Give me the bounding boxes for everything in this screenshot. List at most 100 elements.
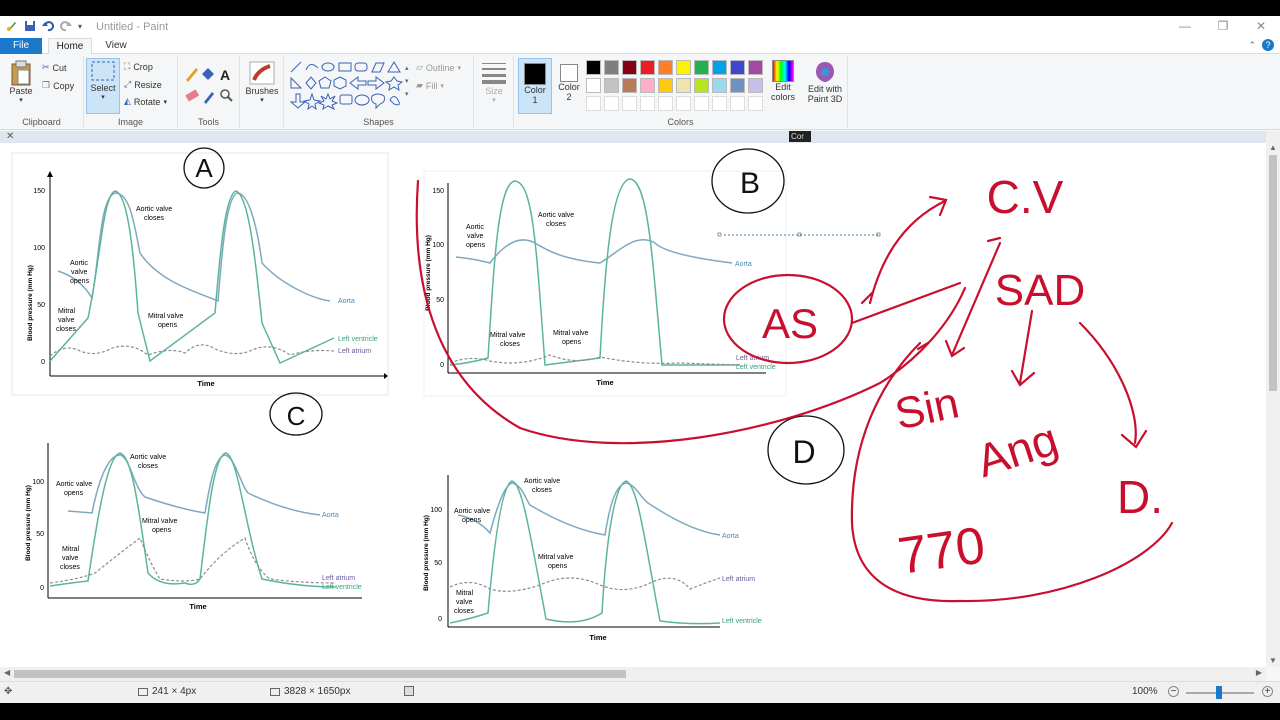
paste-button[interactable]: Paste ▾ (6, 60, 36, 104)
horizontal-scrollbar[interactable]: ◀ ▶ (0, 667, 1266, 681)
zoom-in-button[interactable]: + (1262, 686, 1273, 697)
shapes-scroll-icon[interactable]: ▴ ▾ ▾ (405, 62, 409, 101)
palette-swatch[interactable] (622, 78, 637, 93)
graph-b-label-aortic-closes-2: closes (546, 221, 566, 228)
fill-bucket-icon[interactable] (202, 68, 214, 80)
select-button[interactable]: Select ▾ (86, 58, 120, 114)
collapse-ribbon-icon[interactable]: ⌃ (1248, 40, 1256, 51)
palette-swatch[interactable] (586, 60, 601, 75)
tab-file[interactable]: File (0, 38, 42, 54)
undo-icon[interactable] (42, 20, 54, 32)
canvas-area[interactable]: ✕ Cor 150 100 50 0 Blood pressure (mm Hg… (0, 131, 1280, 667)
color2-button[interactable]: Color 2 (554, 58, 584, 114)
graph-b-tick-150: 150 (432, 188, 444, 195)
eraser-icon[interactable] (185, 89, 200, 102)
rotate-button[interactable]: ◭ Rotate ▾ (124, 96, 167, 107)
tab-view[interactable]: View (96, 38, 136, 54)
palette-swatch[interactable] (694, 60, 709, 75)
graph-b-label-lv: Left ventricle (736, 364, 776, 371)
vertical-scrollbar[interactable]: ▲ ▼ (1266, 131, 1280, 667)
palette-swatch[interactable] (622, 60, 637, 75)
save-icon[interactable] (24, 20, 36, 32)
quick-access-dropdown-icon[interactable]: ▾ (78, 22, 82, 31)
minimize-button[interactable]: — (1166, 16, 1204, 38)
custom-color-slot[interactable] (694, 96, 709, 111)
palette-swatch[interactable] (640, 78, 655, 93)
custom-color-slot[interactable] (748, 96, 763, 111)
palette-swatch[interactable] (676, 60, 691, 75)
select-dropdown-icon[interactable]: ▾ (101, 93, 105, 101)
outline-button[interactable]: ▱ Outline ▾ (416, 62, 461, 73)
close-pane-icon[interactable]: ✕ (6, 131, 14, 142)
handwriting-as: AS (762, 300, 818, 347)
scroll-up-icon[interactable]: ▲ (1269, 143, 1277, 152)
brushes-button[interactable]: Brushes ▾ (244, 60, 280, 104)
close-button[interactable]: ✕ (1242, 16, 1280, 38)
palette-swatch[interactable] (604, 78, 619, 93)
custom-color-slot[interactable] (586, 96, 601, 111)
handwriting-d: D. (1117, 471, 1163, 523)
palette-swatch[interactable] (712, 60, 727, 75)
copy-button[interactable]: ❐ Copy (42, 80, 74, 91)
custom-color-slot[interactable] (712, 96, 727, 111)
graph-a-label-lv: Left ventricle (338, 336, 378, 343)
graph-b-tick-50: 50 (436, 297, 444, 304)
palette-swatch[interactable] (658, 60, 673, 75)
top-black-bar (0, 0, 1280, 16)
drawing-canvas[interactable]: 150 100 50 0 Blood pressure (mm Hg) Time… (0, 143, 1266, 667)
paste-icon (11, 60, 31, 86)
size-group: Size ▾ (474, 56, 514, 128)
color1-button[interactable]: Color 1 (518, 58, 552, 114)
palette-swatch[interactable] (694, 78, 709, 93)
zoom-out-icon: − (1168, 686, 1179, 697)
scroll-down-icon[interactable]: ▼ (1269, 656, 1277, 665)
paint-app-icon (7, 22, 16, 31)
window-title: Untitled - Paint (96, 21, 169, 33)
tab-home[interactable]: Home (48, 38, 92, 55)
custom-color-slot[interactable] (676, 96, 691, 111)
size-button[interactable]: Size ▾ (478, 60, 510, 104)
palette-swatch[interactable] (640, 60, 655, 75)
paste-dropdown-icon[interactable]: ▾ (19, 96, 23, 104)
palette-swatch[interactable] (586, 78, 601, 93)
graph-b-label-mitral-opens-1: Mitral valve (553, 330, 589, 337)
zoom-slider-thumb[interactable] (1216, 686, 1222, 699)
palette-swatch[interactable] (748, 78, 763, 93)
letter-c: C (287, 401, 306, 431)
cut-button[interactable]: ✂ Cut (42, 62, 67, 73)
custom-color-slot[interactable] (730, 96, 745, 111)
zoom-out-button[interactable]: − (1168, 686, 1179, 697)
resize-button[interactable]: ⤢ Resize (124, 79, 162, 90)
horizontal-scroll-thumb[interactable] (14, 670, 626, 678)
fill-button[interactable]: ▰ Fill ▾ (416, 80, 444, 91)
graph-a-label-mitral-closes-1: Mitral (58, 308, 76, 315)
palette-swatch[interactable] (676, 78, 691, 93)
custom-color-slot[interactable] (622, 96, 637, 111)
edit-colors-button[interactable]: Edit colors (766, 60, 800, 102)
text-icon[interactable]: A (220, 67, 230, 83)
palette-swatch[interactable] (712, 78, 727, 93)
palette-swatch[interactable] (658, 78, 673, 93)
edit-with-paint3d-button[interactable]: Edit with Paint 3D (804, 60, 846, 104)
custom-color-slot[interactable] (658, 96, 673, 111)
crop-button[interactable]: ⛶ Crop (124, 61, 153, 72)
file-size (404, 686, 414, 696)
palette-swatch[interactable] (730, 60, 745, 75)
redo-icon[interactable] (60, 20, 72, 32)
palette-swatch[interactable] (748, 60, 763, 75)
maximize-button[interactable]: ❐ (1204, 16, 1242, 38)
custom-color-slot[interactable] (640, 96, 655, 111)
graph-d-ylabel: Blood pressure (mm Hg) (423, 515, 430, 591)
scroll-right-icon[interactable]: ▶ (1256, 668, 1262, 677)
custom-color-slot[interactable] (604, 96, 619, 111)
shapes-gallery[interactable] (288, 60, 412, 110)
vertical-scroll-thumb[interactable] (1269, 155, 1277, 391)
graph-b-tick-100: 100 (432, 242, 444, 249)
palette-swatch[interactable] (730, 78, 745, 93)
magnifier-icon[interactable] (220, 89, 233, 102)
scroll-left-icon[interactable]: ◀ (4, 668, 10, 677)
help-icon[interactable]: ? (1262, 39, 1274, 51)
color-picker-icon[interactable] (204, 92, 214, 104)
palette-swatch[interactable] (604, 60, 619, 75)
pencil-icon[interactable] (186, 68, 198, 82)
